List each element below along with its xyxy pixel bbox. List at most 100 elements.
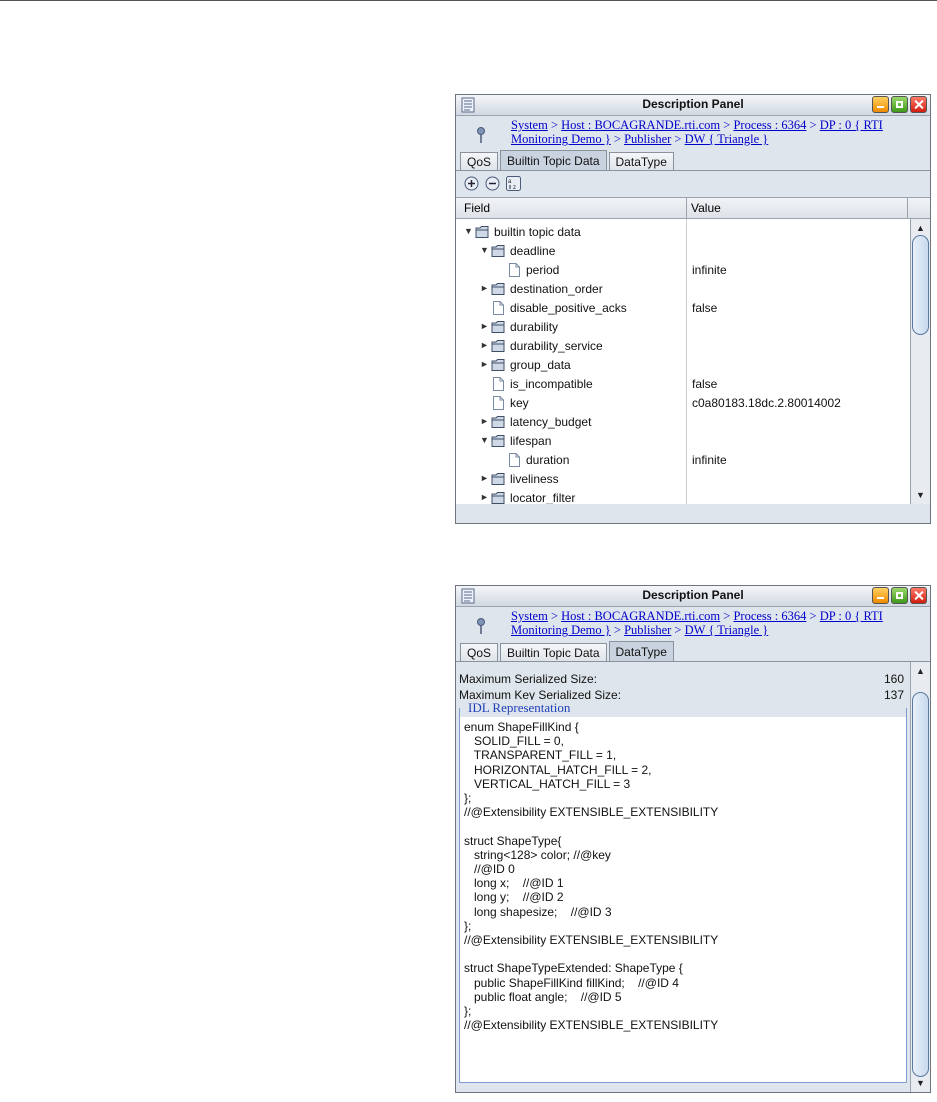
breadcrumb-dw[interactable]: DW { Triangle } xyxy=(685,132,769,146)
scroll-down-icon[interactable]: ▼ xyxy=(911,488,930,502)
tab-builtin-topic-data[interactable]: Builtin Topic Data xyxy=(500,150,607,170)
pin-icon[interactable] xyxy=(476,617,486,635)
tree-row[interactable]: ▼ lifespan xyxy=(456,432,907,451)
tree-row[interactable]: ► destination_order xyxy=(456,280,907,299)
breadcrumb: System > Host : BOCAGRANDE.rti.com > Pro… xyxy=(511,609,924,637)
field-value: false xyxy=(692,377,718,391)
breadcrumb-host[interactable]: Host : BOCAGRANDE.rti.com xyxy=(561,118,720,132)
field-name: liveliness xyxy=(510,472,559,486)
column-header-value[interactable]: Value xyxy=(691,201,721,215)
tree-row[interactable]: disable_positive_acks false xyxy=(456,299,907,318)
idl-text[interactable]: enum ShapeFillKind { SOLID_FILL = 0, TRA… xyxy=(464,720,718,1032)
tree-row[interactable]: ▼ deadline xyxy=(456,242,907,261)
max-serialized-size-row: Maximum Serialized Size: 160 xyxy=(456,671,930,687)
datatype-view: Maximum Serialized Size: 160 Maximum Key… xyxy=(456,662,930,1092)
close-button[interactable] xyxy=(910,587,927,604)
collapsed-arrow-icon[interactable]: ► xyxy=(480,284,489,293)
minimize-button[interactable] xyxy=(872,587,889,604)
idl-representation-box: IDL Representation enum ShapeFillKind { … xyxy=(459,700,907,1083)
collapsed-arrow-icon[interactable]: ► xyxy=(480,474,489,483)
idl-line: }; xyxy=(464,791,472,806)
title-bar[interactable]: Description Panel xyxy=(456,586,930,607)
tree-row[interactable]: ► liveliness xyxy=(456,470,907,489)
breadcrumb-process[interactable]: Process : 6364 xyxy=(733,609,806,623)
scroll-thumb[interactable] xyxy=(912,235,929,335)
minimize-button[interactable] xyxy=(872,96,889,113)
tree-row[interactable]: ▼ builtin topic data xyxy=(456,223,907,242)
tree-row[interactable]: ► durability_service xyxy=(456,337,907,356)
collapse-all-icon[interactable] xyxy=(485,176,500,191)
datatype-scrollbar[interactable]: ▲ ▼ xyxy=(910,662,930,1092)
collapsed-arrow-icon[interactable]: ► xyxy=(480,417,489,426)
breadcrumb-host[interactable]: Host : BOCAGRANDE.rti.com xyxy=(561,609,720,623)
collapsed-arrow-icon[interactable]: ► xyxy=(480,322,489,331)
tree-row[interactable]: is_incompatible false xyxy=(456,375,907,394)
collapsed-arrow-icon[interactable]: ► xyxy=(480,341,489,350)
title-bar[interactable]: Description Panel xyxy=(456,95,930,116)
idl-line: //@Extensibility EXTENSIBLE_EXTENSIBILIT… xyxy=(464,1018,719,1033)
expanded-arrow-icon[interactable]: ▼ xyxy=(480,436,489,445)
scroll-up-icon[interactable]: ▲ xyxy=(911,221,930,235)
sort-icon[interactable]: az xyxy=(506,176,521,191)
folder-icon xyxy=(491,416,505,428)
tab-qos[interactable]: QoS xyxy=(460,643,499,661)
tree-scrollbar[interactable]: ▲ ▼ xyxy=(910,219,930,504)
field-value: infinite xyxy=(692,263,727,277)
field-name: key xyxy=(510,396,529,410)
breadcrumb-separator: > xyxy=(809,609,817,623)
expanded-arrow-icon[interactable]: ▼ xyxy=(480,246,489,255)
field-name: disable_positive_acks xyxy=(510,301,627,315)
idl-line: struct ShapeType{ xyxy=(464,833,562,848)
tree-row[interactable]: period infinite xyxy=(456,261,907,280)
tree-row[interactable]: ► durability xyxy=(456,318,907,337)
tab-builtin-topic-data[interactable]: Builtin Topic Data xyxy=(500,643,607,661)
scroll-thumb[interactable] xyxy=(912,692,929,1077)
folder-icon xyxy=(491,435,505,447)
collapsed-arrow-icon[interactable]: ► xyxy=(480,493,489,502)
tab-qos[interactable]: QoS xyxy=(460,152,499,170)
scroll-up-icon[interactable]: ▲ xyxy=(911,664,930,678)
idl-line: SOLID_FILL = 0, xyxy=(464,734,564,749)
maximize-button[interactable] xyxy=(891,96,908,113)
folder-icon xyxy=(475,226,489,238)
tree-row[interactable]: ► latency_budget xyxy=(456,413,907,432)
folder-icon xyxy=(491,245,505,257)
breadcrumb-process[interactable]: Process : 6364 xyxy=(733,118,806,132)
breadcrumb-dw[interactable]: DW { Triangle } xyxy=(685,623,769,637)
column-header-field[interactable]: Field xyxy=(464,201,490,215)
scroll-down-icon[interactable]: ▼ xyxy=(911,1076,930,1090)
breadcrumb-separator: > xyxy=(809,118,817,132)
folder-icon xyxy=(491,473,505,485)
field-name: period xyxy=(526,263,560,277)
tab-datatype[interactable]: DataType xyxy=(608,152,674,170)
breadcrumb-system[interactable]: System xyxy=(511,118,548,132)
file-icon xyxy=(493,301,504,315)
collapsed-arrow-icon[interactable]: ► xyxy=(480,360,489,369)
field-name: destination_order xyxy=(510,282,603,296)
breadcrumb-system[interactable]: System xyxy=(511,609,548,623)
tree-row[interactable]: ► group_data xyxy=(456,356,907,375)
description-panel-datatype: Description Panel System > Host : BOCAGR… xyxy=(455,585,931,1093)
expanded-arrow-icon[interactable]: ▼ xyxy=(464,227,473,236)
maximize-button[interactable] xyxy=(891,587,908,604)
tab-strip: QoS Builtin Topic Data DataType xyxy=(456,150,930,171)
tab-datatype[interactable]: DataType xyxy=(608,641,674,661)
breadcrumb-publisher[interactable]: Publisher xyxy=(624,132,671,146)
field-name: group_data xyxy=(510,358,571,372)
expand-all-icon[interactable] xyxy=(464,176,479,191)
pin-icon[interactable] xyxy=(476,126,486,144)
idl-line: long shapesize; //@ID 3 xyxy=(464,904,612,919)
tree-row[interactable]: ► locator_filter xyxy=(456,489,907,504)
tree-row[interactable]: duration infinite xyxy=(456,451,907,470)
breadcrumb-bar: System > Host : BOCAGRANDE.rti.com > Pro… xyxy=(456,607,930,641)
field-name: is_incompatible xyxy=(510,377,593,391)
file-icon xyxy=(493,377,504,391)
idl-line: //@Extensibility EXTENSIBLE_EXTENSIBILIT… xyxy=(464,933,719,948)
idl-line: enum ShapeFillKind { xyxy=(464,720,579,734)
panel-title: Description Panel xyxy=(642,588,744,602)
field-value: infinite xyxy=(692,453,727,467)
breadcrumb-publisher[interactable]: Publisher xyxy=(624,623,671,637)
close-button[interactable] xyxy=(910,96,927,113)
tree-row[interactable]: key c0a80183.18dc.2.80014002 xyxy=(456,394,907,413)
folder-icon xyxy=(491,321,505,333)
